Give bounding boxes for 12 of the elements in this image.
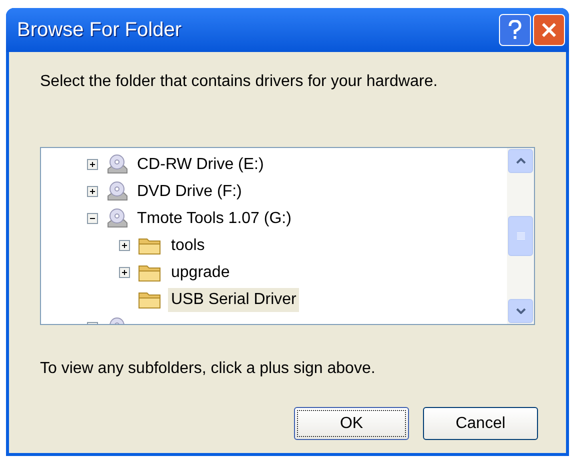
tree-item[interactable]: upgrade <box>168 260 233 284</box>
hint-text: To view any subfolders, click a plus sign above. <box>40 359 376 379</box>
window-title: Browse For Folder <box>17 18 182 43</box>
folder-tree[interactable]: CD-RW Drive (E:) DVD Drive (F:) Tmote Tools 1.07 (G:) tools upgrade USB Serial Driver <box>40 147 535 325</box>
dialog-button[interactable]: OK <box>294 407 409 440</box>
dialog-button[interactable]: Cancel <box>423 407 538 440</box>
tree-item[interactable]: Tmote Tools 1.07 (G:) <box>134 206 294 230</box>
tree-item[interactable]: tools <box>168 234 208 258</box>
tree-item[interactable]: DVD Drive (F:) <box>134 180 245 204</box>
instruction-text: Select the folder that contains drivers for your hardware. <box>40 72 439 92</box>
tree-item[interactable]: USB Serial Driver <box>168 288 300 312</box>
tree-item[interactable]: CD-RW Drive (E:) <box>134 152 267 176</box>
